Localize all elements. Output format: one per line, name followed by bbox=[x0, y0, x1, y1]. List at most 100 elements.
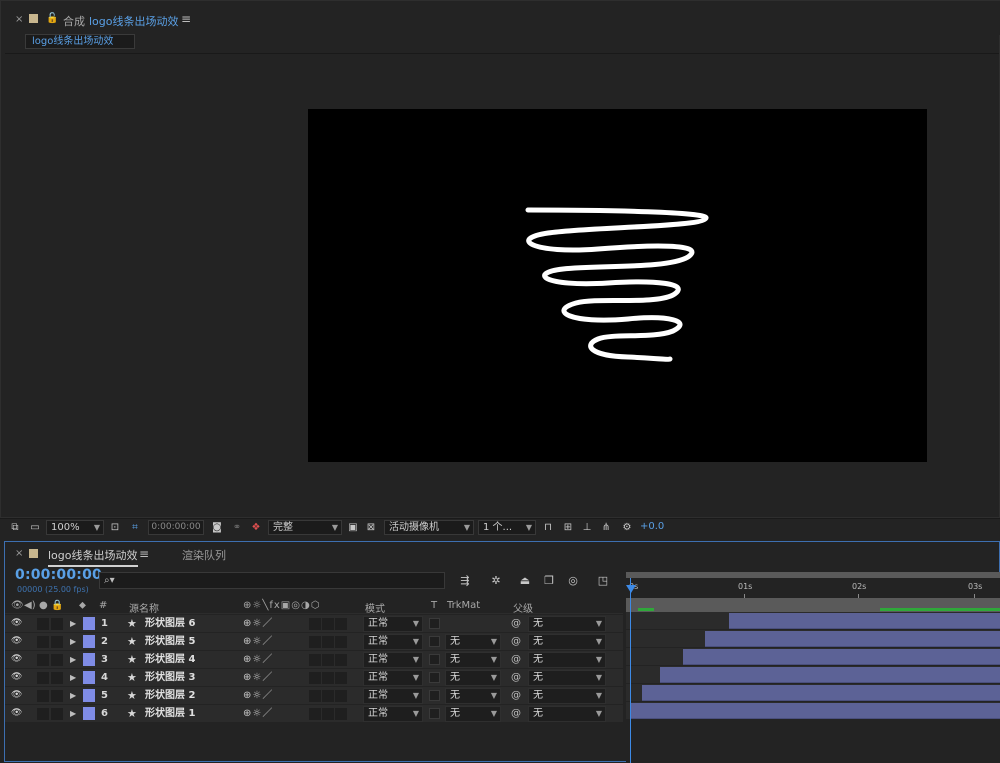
expand-triangle-icon[interactable]: ▶ bbox=[70, 671, 76, 685]
layer-switches[interactable]: ⊕☼／ bbox=[243, 689, 273, 703]
audio-icon[interactable]: ◀) bbox=[24, 600, 36, 611]
layer-name[interactable]: 形状图层 4 bbox=[145, 653, 195, 667]
switch-box[interactable] bbox=[335, 672, 347, 684]
eye-icon[interactable]: 👁 bbox=[11, 655, 22, 664]
lock-toggle[interactable] bbox=[51, 654, 63, 666]
parent-pickwhip-icon[interactable]: @ bbox=[511, 707, 521, 721]
parent-dropdown[interactable]: 无 ▼ bbox=[528, 616, 606, 632]
channel-icon[interactable]: ❖ bbox=[249, 521, 263, 535]
parent-pickwhip-icon[interactable]: @ bbox=[511, 671, 521, 685]
switch-box[interactable] bbox=[309, 636, 321, 648]
region-of-interest-icon[interactable]: ⌗ bbox=[128, 521, 142, 535]
preserve-transparency-checkbox[interactable] bbox=[429, 690, 440, 701]
parent-pickwhip-icon[interactable]: @ bbox=[511, 689, 521, 703]
layer-row[interactable]: 👁 ▶ 4 ★ 形状图层 3 ⊕☼／ 正常 ▼ 无 ▼ @ 无 ▼ bbox=[5, 669, 623, 687]
trkmat-dropdown[interactable]: 无 ▼ bbox=[445, 634, 501, 650]
eye-icon[interactable]: 👁 bbox=[11, 673, 22, 682]
draft-3d-icon[interactable]: ✲ bbox=[488, 574, 504, 588]
layer-switches[interactable]: ⊕☼／ bbox=[243, 707, 273, 721]
expand-triangle-icon[interactable]: ▶ bbox=[70, 617, 76, 631]
lock-toggle[interactable] bbox=[51, 708, 63, 720]
layer-search-input[interactable]: ⌕▾ bbox=[99, 572, 445, 589]
show-snapshot-icon[interactable]: ⚭ bbox=[230, 521, 244, 535]
transparency-grid-icon[interactable]: ⊠ bbox=[364, 521, 378, 535]
eye-icon[interactable]: 👁 bbox=[11, 619, 22, 628]
parent-dropdown[interactable]: 无 ▼ bbox=[528, 706, 606, 722]
reset-exposure-icon[interactable]: ⚙ bbox=[620, 521, 634, 535]
trkmat-dropdown[interactable]: 无 ▼ bbox=[445, 652, 501, 668]
layer-name[interactable]: 形状图层 3 bbox=[145, 671, 195, 685]
switch-box[interactable] bbox=[322, 618, 334, 630]
close-icon[interactable]: × bbox=[15, 548, 23, 559]
blend-mode-dropdown[interactable]: 正常 ▼ bbox=[363, 634, 423, 650]
preserve-transparency-checkbox[interactable] bbox=[429, 672, 440, 683]
lock-icon[interactable]: 🔓 bbox=[46, 13, 58, 24]
parent-dropdown[interactable]: 无 ▼ bbox=[528, 670, 606, 686]
layer-switches[interactable]: ⊕☼／ bbox=[243, 635, 273, 649]
layer-row[interactable]: 👁 ▶ 1 ★ 形状图层 6 ⊕☼／ 正常 ▼ @ 无 ▼ bbox=[5, 615, 623, 633]
switch-box[interactable] bbox=[335, 618, 347, 630]
flowchart-icon[interactable]: ⋔ bbox=[599, 521, 613, 535]
timeline-icon[interactable]: ⊥ bbox=[580, 521, 594, 535]
preserve-transparency-checkbox[interactable] bbox=[429, 636, 440, 647]
expand-triangle-icon[interactable]: ▶ bbox=[70, 707, 76, 721]
switch-box[interactable] bbox=[335, 690, 347, 702]
parent-pickwhip-icon[interactable]: @ bbox=[511, 617, 521, 631]
switch-box[interactable] bbox=[309, 654, 321, 666]
preserve-transparency-checkbox[interactable] bbox=[429, 618, 440, 629]
always-preview-icon[interactable]: ⧉ bbox=[8, 521, 22, 535]
playhead[interactable] bbox=[630, 578, 631, 763]
preserve-transparency-checkbox[interactable] bbox=[429, 708, 440, 719]
switch-box[interactable] bbox=[322, 636, 334, 648]
blend-mode-dropdown[interactable]: 正常 ▼ bbox=[363, 706, 423, 722]
blend-mode-dropdown[interactable]: 正常 ▼ bbox=[363, 670, 423, 686]
motion-blur-icon[interactable]: ◎ bbox=[565, 574, 581, 588]
fast-preview-icon[interactable]: ▣ bbox=[346, 521, 360, 535]
switch-box[interactable] bbox=[335, 654, 347, 666]
eye-icon[interactable]: 👁 bbox=[11, 709, 22, 718]
layer-row[interactable]: 👁 ▶ 5 ★ 形状图层 2 ⊕☼／ 正常 ▼ 无 ▼ @ 无 ▼ bbox=[5, 687, 623, 705]
blend-mode-dropdown[interactable]: 正常 ▼ bbox=[363, 652, 423, 668]
current-time-field[interactable]: 0:00:00:00 bbox=[148, 520, 204, 535]
switch-box[interactable] bbox=[335, 708, 347, 720]
lock-toggle[interactable] bbox=[51, 690, 63, 702]
switch-box[interactable] bbox=[322, 708, 334, 720]
lock-icon[interactable]: 🔒 bbox=[51, 600, 63, 611]
lock-toggle[interactable] bbox=[51, 618, 63, 630]
graph-editor-icon[interactable]: ◳ bbox=[595, 574, 611, 588]
camera-snapshot-icon[interactable]: ◙ bbox=[210, 521, 224, 535]
label-color-swatch[interactable] bbox=[83, 707, 95, 720]
switch-box[interactable] bbox=[322, 654, 334, 666]
time-ruler[interactable]: 0s 01s 02s 03s bbox=[626, 578, 1000, 598]
switch-box[interactable] bbox=[322, 690, 334, 702]
eye-icon[interactable]: 👁 bbox=[11, 637, 22, 646]
layer-name[interactable]: 形状图层 5 bbox=[145, 635, 195, 649]
lock-toggle[interactable] bbox=[51, 636, 63, 648]
switch-box[interactable] bbox=[322, 672, 334, 684]
layer-row[interactable]: 👁 ▶ 3 ★ 形状图层 4 ⊕☼／ 正常 ▼ 无 ▼ @ 无 ▼ bbox=[5, 651, 623, 669]
layer-row[interactable]: 👁 ▶ 6 ★ 形状图层 1 ⊕☼／ 正常 ▼ 无 ▼ @ 无 ▼ bbox=[5, 705, 623, 723]
label-color-swatch[interactable] bbox=[83, 689, 95, 702]
label-tag-icon[interactable]: ⬥ bbox=[79, 600, 86, 611]
solo-toggle[interactable] bbox=[37, 690, 49, 702]
layer-name[interactable]: 形状图层 1 bbox=[145, 707, 195, 721]
expand-triangle-icon[interactable]: ▶ bbox=[70, 689, 76, 703]
switch-box[interactable] bbox=[309, 618, 321, 630]
eye-icon[interactable]: 👁 bbox=[11, 600, 24, 611]
fast-draft-icon[interactable]: ⊞ bbox=[561, 521, 575, 535]
switch-box[interactable] bbox=[335, 636, 347, 648]
blend-mode-dropdown[interactable]: 正常 ▼ bbox=[363, 688, 423, 704]
composition-subtab[interactable]: logo线条出场动效 bbox=[25, 34, 135, 49]
close-icon[interactable]: × bbox=[15, 14, 23, 25]
trkmat-dropdown[interactable]: 无 ▼ bbox=[445, 670, 501, 686]
label-color-swatch[interactable] bbox=[83, 671, 95, 684]
layer-duration-bar[interactable] bbox=[630, 703, 1000, 719]
solo-toggle[interactable] bbox=[37, 672, 49, 684]
expand-triangle-icon[interactable]: ▶ bbox=[70, 653, 76, 667]
zoom-dropdown[interactable]: 100% ▼ bbox=[46, 520, 104, 535]
switch-box[interactable] bbox=[309, 672, 321, 684]
parent-dropdown[interactable]: 无 ▼ bbox=[528, 634, 606, 650]
lock-toggle[interactable] bbox=[51, 672, 63, 684]
layer-duration-bar[interactable] bbox=[660, 667, 1000, 683]
layer-switches[interactable]: ⊕☼／ bbox=[243, 617, 273, 631]
